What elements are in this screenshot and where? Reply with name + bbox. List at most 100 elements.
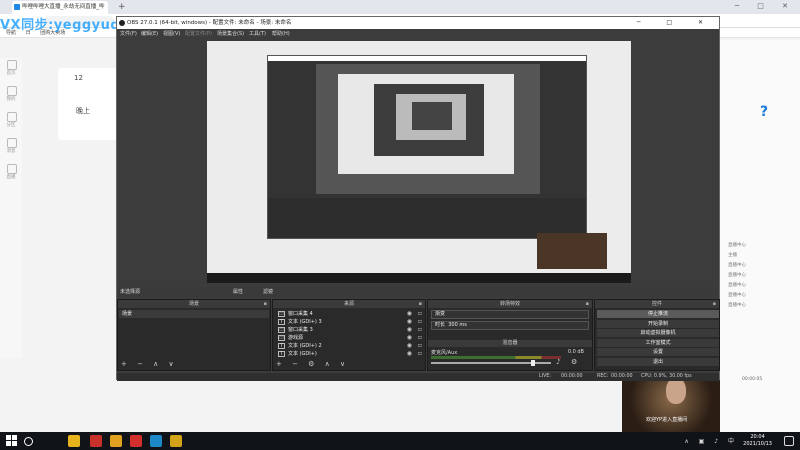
eye-icon[interactable]: ◉: [407, 326, 412, 334]
app-g-icon[interactable]: [110, 435, 122, 447]
duration-field[interactable]: 时长 300 ms: [431, 321, 589, 330]
stream-preview-overlay: 欢迎YP进入直播间: [622, 372, 720, 432]
right-link[interactable]: 直播中心: [728, 302, 746, 308]
obs-window-controls[interactable]: ─ □ ✕: [637, 17, 715, 29]
clock-time: 20:04: [750, 434, 765, 440]
clock[interactable]: 20:04 2021/10/13: [743, 432, 772, 450]
sources-dock: 来源 ▪ ▭ 窗口采集 4 ◉ ▫ T 文本 (GDI+) 3 ◉ ▫ ▭ 窗口采集 3 ◉ ▫ ▭…: [272, 299, 426, 371]
window-capture-icon: ▭: [278, 311, 285, 317]
duration-label: 时长: [435, 322, 446, 328]
left-nav-item[interactable]: 分区: [0, 110, 22, 136]
lock-icon[interactable]: ▫: [418, 326, 422, 334]
dock-close-icon[interactable]: ▪: [586, 300, 589, 308]
menu-item[interactable]: 视图(V): [163, 29, 180, 39]
control-button[interactable]: 退出: [597, 357, 719, 366]
source-row[interactable]: T 文本 (GDI+) 3 ◉ ▫: [276, 318, 424, 326]
control-button[interactable]: 启动虚拟摄像机: [597, 329, 719, 337]
right-link[interactable]: 直播中心: [728, 282, 746, 288]
page-rank-card: 12 晚上: [58, 68, 116, 140]
nested-preview: [316, 64, 540, 194]
mixer-channel: 麦克风/Aux: [431, 350, 458, 356]
right-link[interactable]: 主播: [728, 252, 737, 258]
source-row[interactable]: T 文本 (GDI+) 2 ◉ ▫: [276, 342, 424, 350]
sources-title: 来源: [343, 301, 354, 307]
promo-badge[interactable]: ?: [754, 98, 794, 136]
obs-title: OBS 27.0.1 (64-bit, windows) - 配置文件: 未命名…: [127, 20, 292, 26]
left-nav-item[interactable]: 我的: [0, 84, 22, 110]
gear-icon[interactable]: ⚙: [571, 358, 577, 366]
right-link[interactable]: 直播中心: [728, 242, 746, 248]
scenes-header: 场景 ▪: [118, 300, 270, 308]
search-icon[interactable]: [24, 437, 33, 446]
right-link[interactable]: 直播中心: [728, 292, 746, 298]
browser-tab[interactable]: 哔哩哔哩大直播_永劫无间直播_哔: [12, 1, 108, 14]
menu-item[interactable]: 帮助(H): [272, 29, 290, 39]
right-link[interactable]: 直播中心: [728, 272, 746, 278]
controls-title: 控件: [651, 301, 662, 307]
notification-icon[interactable]: [784, 436, 794, 446]
edge-icon[interactable]: [150, 435, 162, 447]
eye-icon[interactable]: ◉: [407, 342, 412, 350]
volume-slider-handle[interactable]: [531, 360, 535, 366]
control-button[interactable]: 开始录制: [597, 319, 719, 328]
lock-icon[interactable]: ▫: [418, 350, 422, 358]
transition-select[interactable]: 渐变: [431, 310, 589, 319]
scene-item[interactable]: 场景: [119, 310, 269, 318]
rec-time: 00:00:00: [611, 374, 633, 379]
dock-close-icon[interactable]: ▪: [713, 300, 716, 308]
menu-item[interactable]: 场景集合(S): [217, 29, 244, 39]
text-icon: T: [278, 319, 285, 325]
source-row[interactable]: ▭ 窗口采集 4 ◉ ▫: [276, 310, 424, 318]
new-tab-button[interactable]: +: [118, 0, 128, 14]
clock-date: 2021/10/13: [743, 441, 772, 447]
menu-item[interactable]: 编辑(E): [141, 29, 158, 39]
source-row[interactable]: T 文本 (GDI+) ◉ ▫: [276, 350, 424, 358]
properties-button[interactable]: 属性: [233, 287, 243, 297]
eye-icon[interactable]: ◉: [407, 310, 412, 318]
lock-icon[interactable]: ▫: [418, 318, 422, 326]
browser-window-controls[interactable]: ─ □ ✕: [735, 2, 796, 10]
eye-icon[interactable]: ◉: [407, 334, 412, 342]
preview-screen: [207, 41, 631, 273]
speaker-icon[interactable]: ♪: [556, 358, 560, 366]
watermark-text: VX同步:yeggyuqp: [0, 18, 131, 33]
card-title: 晚上: [76, 107, 90, 115]
app-yellow-icon[interactable]: [170, 435, 182, 447]
tab-strip: 哔哩哔哩大直播_永劫无间直播_哔 + ─ □ ✕: [0, 0, 800, 14]
eye-icon[interactable]: ◉: [407, 350, 412, 358]
menu-item[interactable]: 配置文件(P): [185, 29, 212, 39]
dock-close-icon[interactable]: ▪: [264, 300, 267, 308]
filters-button[interactable]: 滤镜: [263, 287, 273, 297]
right-link[interactable]: 直播中心: [728, 262, 746, 268]
preview-taskbar: [207, 273, 631, 283]
control-button[interactable]: 停止推流: [597, 310, 719, 318]
lock-icon[interactable]: ▫: [418, 310, 422, 318]
obs-title-bar[interactable]: OBS 27.0.1 (64-bit, windows) - 配置文件: 未命名…: [117, 17, 719, 29]
app-red-2-icon[interactable]: [130, 435, 142, 447]
sources-tools[interactable]: + − ⚙ ∧ ∨: [276, 360, 349, 368]
left-nav-item[interactable]: 直播: [0, 162, 22, 188]
source-row[interactable]: ▭ 窗口采集 3 ◉ ▫: [276, 326, 424, 334]
streamer-avatar: [666, 378, 686, 404]
control-button[interactable]: 设置: [597, 348, 719, 356]
duration-value: 300 ms: [448, 322, 467, 328]
left-nav-item[interactable]: 消息: [0, 136, 22, 162]
app-red-1-icon[interactable]: [90, 435, 102, 447]
control-button[interactable]: 工作室模式: [597, 338, 719, 347]
menu-item[interactable]: 工具(T): [249, 29, 266, 39]
lock-icon[interactable]: ▫: [418, 334, 422, 342]
dock-close-icon[interactable]: ▪: [419, 300, 422, 308]
windows-start-icon[interactable]: [6, 435, 18, 447]
obs-window: OBS 27.0.1 (64-bit, windows) - 配置文件: 未命名…: [116, 16, 720, 381]
source-row[interactable]: ▭ 游戏源 ◉ ▫: [276, 334, 424, 342]
eye-icon[interactable]: ◉: [407, 318, 412, 326]
obs-preview[interactable]: [207, 41, 631, 283]
left-nav-item[interactable]: 首页: [0, 58, 22, 84]
nested-docks: [268, 198, 586, 238]
file-explorer-icon[interactable]: [68, 435, 80, 447]
lock-icon[interactable]: ▫: [418, 342, 422, 350]
text-icon: T: [278, 343, 285, 349]
menu-item[interactable]: 文件(F): [120, 29, 137, 39]
system-tray-icons[interactable]: ∧ ▣ ♪ 中: [684, 436, 738, 445]
scenes-tools[interactable]: + − ∧ ∨: [121, 360, 178, 368]
